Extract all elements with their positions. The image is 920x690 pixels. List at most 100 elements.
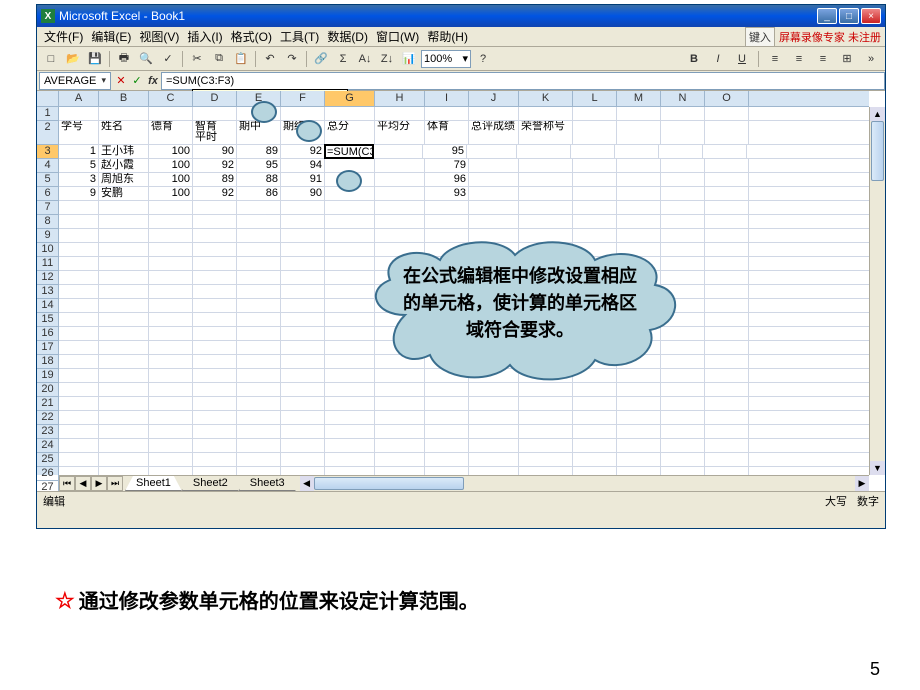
cell-F18[interactable]	[281, 355, 325, 368]
cell-H3[interactable]	[373, 145, 423, 158]
cell-C16[interactable]	[149, 327, 193, 340]
cell-H21[interactable]	[375, 397, 425, 410]
cell-D23[interactable]	[193, 425, 237, 438]
cell-M24[interactable]	[617, 439, 661, 452]
horizontal-scrollbar[interactable]: ◀ ▶	[300, 476, 869, 491]
cell-K22[interactable]	[519, 411, 573, 424]
cell-B18[interactable]	[99, 355, 149, 368]
sheet-nav-first[interactable]: ⏮	[59, 476, 75, 491]
cell-O21[interactable]	[705, 397, 749, 410]
cell-N2[interactable]	[661, 121, 705, 144]
cell-K25[interactable]	[519, 453, 573, 466]
cell-F9[interactable]	[281, 229, 325, 242]
fx-icon[interactable]: fx	[145, 73, 161, 89]
undo-icon[interactable]: ↶	[260, 49, 280, 69]
cell-F5[interactable]: 91	[281, 173, 325, 186]
cell-N5[interactable]	[661, 173, 705, 186]
cell-O5[interactable]	[705, 173, 749, 186]
sheet-nav-prev[interactable]: ◀	[75, 476, 91, 491]
menu-view[interactable]: 视图(V)	[136, 27, 182, 46]
cell-D12[interactable]	[193, 271, 237, 284]
cell-O11[interactable]	[705, 257, 749, 270]
cell-A13[interactable]	[59, 285, 99, 298]
cell-A7[interactable]	[59, 201, 99, 214]
redo-icon[interactable]: ↷	[282, 49, 302, 69]
cell-E22[interactable]	[237, 411, 281, 424]
col-header-H[interactable]: H	[375, 91, 425, 106]
cell-J8[interactable]	[469, 215, 519, 228]
cell-E9[interactable]	[237, 229, 281, 242]
cell-J4[interactable]	[469, 159, 519, 172]
cell-B3[interactable]: 王小玮	[99, 145, 149, 158]
cell-C7[interactable]	[149, 201, 193, 214]
cell-J6[interactable]	[469, 187, 519, 200]
cell-B1[interactable]	[99, 107, 149, 120]
cell-M5[interactable]	[617, 173, 661, 186]
row-header-16[interactable]: 16	[37, 327, 59, 341]
row-header-9[interactable]: 9	[37, 229, 59, 243]
cell-A21[interactable]	[59, 397, 99, 410]
cell-O13[interactable]	[705, 285, 749, 298]
cell-C8[interactable]	[149, 215, 193, 228]
cell-E12[interactable]	[237, 271, 281, 284]
cell-D25[interactable]	[193, 453, 237, 466]
cell-B17[interactable]	[99, 341, 149, 354]
cell-D4[interactable]: 92	[193, 159, 237, 172]
row-header-1[interactable]: 1	[37, 107, 59, 121]
help-icon[interactable]: ?	[473, 49, 493, 69]
cell-B21[interactable]	[99, 397, 149, 410]
sheet-tab-1[interactable]: Sheet1	[125, 476, 182, 491]
hyperlink-icon[interactable]: 🔗	[311, 49, 331, 69]
cell-C13[interactable]	[149, 285, 193, 298]
cell-C2[interactable]: 德育	[149, 121, 193, 144]
cell-M1[interactable]	[617, 107, 661, 120]
row-header-22[interactable]: 22	[37, 411, 59, 425]
cell-E7[interactable]	[237, 201, 281, 214]
cell-K23[interactable]	[519, 425, 573, 438]
cell-H7[interactable]	[375, 201, 425, 214]
cell-A23[interactable]	[59, 425, 99, 438]
cell-D15[interactable]	[193, 313, 237, 326]
cell-E17[interactable]	[237, 341, 281, 354]
cell-D1[interactable]	[193, 107, 237, 120]
cell-K6[interactable]	[519, 187, 573, 200]
cell-I24[interactable]	[425, 439, 469, 452]
row-header-4[interactable]: 4	[37, 159, 59, 173]
cell-F10[interactable]	[281, 243, 325, 256]
cell-J21[interactable]	[469, 397, 519, 410]
close-button[interactable]: ×	[861, 8, 881, 24]
cell-E15[interactable]	[237, 313, 281, 326]
row-header-7[interactable]: 7	[37, 201, 59, 215]
scroll-thumb[interactable]	[871, 121, 884, 181]
print-icon[interactable]: 🖶	[114, 49, 134, 69]
cell-M22[interactable]	[617, 411, 661, 424]
paste-icon[interactable]: 📋	[231, 49, 251, 69]
cell-O15[interactable]	[705, 313, 749, 326]
cell-L21[interactable]	[573, 397, 617, 410]
cell-K2[interactable]: 荣誉称号	[519, 121, 573, 144]
cell-D3[interactable]: 90	[193, 145, 237, 158]
cell-I1[interactable]	[425, 107, 469, 120]
cell-A10[interactable]	[59, 243, 99, 256]
open-icon[interactable]: 📂	[63, 49, 83, 69]
cell-F24[interactable]	[281, 439, 325, 452]
cell-F13[interactable]	[281, 285, 325, 298]
cell-O19[interactable]	[705, 369, 749, 382]
cell-D21[interactable]	[193, 397, 237, 410]
bold-button[interactable]: B	[684, 49, 704, 69]
cell-K24[interactable]	[519, 439, 573, 452]
cell-B19[interactable]	[99, 369, 149, 382]
cell-O10[interactable]	[705, 243, 749, 256]
cell-C23[interactable]	[149, 425, 193, 438]
cell-E3[interactable]: 89	[237, 145, 281, 158]
cell-B11[interactable]	[99, 257, 149, 270]
autosum-icon[interactable]: Σ	[333, 49, 353, 69]
cell-I25[interactable]	[425, 453, 469, 466]
cell-E13[interactable]	[237, 285, 281, 298]
spell-icon[interactable]: ✓	[158, 49, 178, 69]
cell-D14[interactable]	[193, 299, 237, 312]
cell-J25[interactable]	[469, 453, 519, 466]
cell-F8[interactable]	[281, 215, 325, 228]
cell-L2[interactable]	[573, 121, 617, 144]
cell-G1[interactable]	[325, 107, 375, 120]
